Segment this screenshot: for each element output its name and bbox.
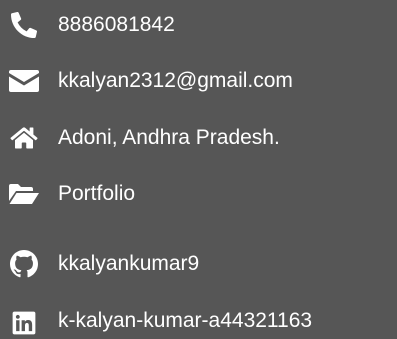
phone-number[interactable]: 8886081842 (58, 5, 175, 45)
github-icon (9, 249, 39, 279)
location-text: Adoni, Andhra Pradesh. (58, 126, 280, 149)
contact-list: 8886081842 kkalyan2312@gmail.com Adoni, … (0, 0, 397, 339)
linkedin-icon (9, 308, 39, 338)
phone-icon (9, 10, 39, 40)
envelope-icon (9, 66, 39, 96)
portfolio-link[interactable]: Portfolio (58, 174, 135, 214)
linkedin-profile[interactable]: k-kalyan-kumar-a44321163 (58, 301, 312, 339)
github-username[interactable]: kkalyankumar9 (58, 244, 199, 284)
home-icon (9, 123, 39, 153)
email-address[interactable]: kkalyan2312@gmail.com (58, 61, 293, 101)
folder-open-icon (9, 179, 39, 209)
